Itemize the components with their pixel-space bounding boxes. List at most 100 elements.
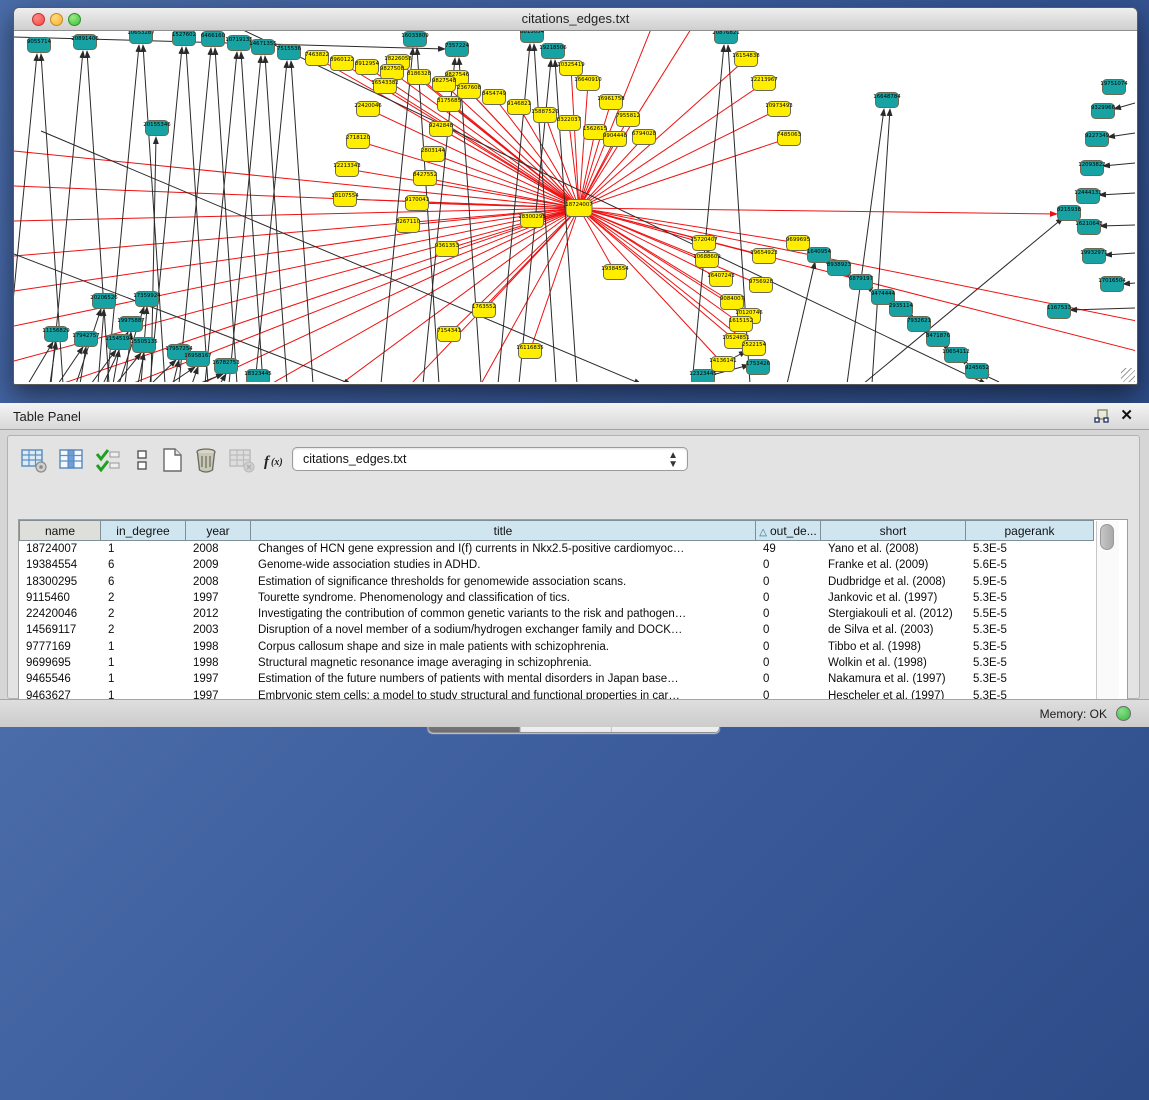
graph-node[interactable]: 15887520 <box>531 108 559 123</box>
graph-node[interactable]: 16782753 <box>212 359 239 374</box>
graph-node[interactable]: 8454749 <box>482 90 507 105</box>
graph-node[interactable]: 9756928 <box>749 278 774 293</box>
graph-node[interactable]: 16961758 <box>597 95 625 110</box>
graph-node[interactable]: 15720407 <box>690 236 717 251</box>
graph-node[interactable]: 8471876 <box>926 332 951 347</box>
graph-node[interactable]: 9361353 <box>435 242 459 257</box>
function-builder-icon[interactable]: f (x) <box>262 446 290 474</box>
graph-node[interactable]: 9084007 <box>720 295 744 310</box>
graph-node[interactable]: 16210643 <box>1075 220 1102 235</box>
graph-node[interactable]: 7463822 <box>305 51 329 66</box>
column-header-pagerank[interactable]: pagerank <box>966 520 1094 541</box>
graph-node[interactable]: 2935114 <box>889 302 914 317</box>
table-row[interactable]: 911546021997Tourette syndrome. Phenomeno… <box>19 590 1094 606</box>
graph-node[interactable]: 17016504 <box>1098 277 1126 292</box>
graph-node[interactable]: 7154341 <box>437 327 461 342</box>
graph-node[interactable]: 8813054 <box>520 31 545 43</box>
graph-node[interactable]: 9245652 <box>965 364 989 379</box>
graph-node[interactable]: 8267110 <box>396 218 421 233</box>
graph-node[interactable]: 8427552 <box>413 171 437 186</box>
graph-node[interactable]: 6466160 <box>201 32 226 47</box>
graph-node-hub[interactable]: 18724007 <box>565 200 592 217</box>
graph-node[interactable]: 11545194 <box>105 335 133 350</box>
graph-node[interactable]: 15505135 <box>130 338 157 353</box>
delete-entries-icon[interactable] <box>192 446 220 474</box>
graph-node[interactable]: 16154838 <box>732 52 760 67</box>
graph-node[interactable]: 1763552 <box>472 303 496 318</box>
column-header-title[interactable]: title <box>251 520 756 541</box>
graph-node[interactable]: 16648784 <box>873 93 901 108</box>
graph-node[interactable]: 9170041 <box>405 196 429 211</box>
table-row[interactable]: 2242004622012Investigating the contribut… <box>19 606 1094 622</box>
close-panel-icon[interactable]: ✕ <box>1120 407 1133 424</box>
graph-node[interactable]: 1640954 <box>807 248 832 263</box>
graph-node[interactable]: 6879197 <box>849 275 873 290</box>
graph-node[interactable]: 17359924 <box>133 292 161 307</box>
column-header-out-de-[interactable]: △out_de... <box>756 520 821 541</box>
table-row[interactable]: 977716911998Corpus callosum shape and si… <box>19 639 1094 655</box>
table-row[interactable]: 1872400712008Changes of HCN gene express… <box>19 541 1094 557</box>
graph-node[interactable]: 9827548 <box>432 77 457 92</box>
table-row[interactable]: 1830029562008Estimation of significance … <box>19 574 1094 590</box>
graph-node[interactable]: 16033809 <box>401 32 429 47</box>
table-vertical-scrollbar[interactable] <box>1096 521 1119 704</box>
graph-node[interactable]: 16958167 <box>184 352 211 367</box>
graph-node[interactable]: 22420046 <box>354 102 382 117</box>
graph-node[interactable]: 1753426 <box>746 360 771 375</box>
graph-node[interactable]: 11156829 <box>42 327 70 342</box>
graph-node[interactable]: 9146821 <box>507 100 531 115</box>
graph-node[interactable]: 18107554 <box>331 192 359 207</box>
graph-node[interactable]: 16640910 <box>574 76 602 91</box>
window-resize-grip[interactable] <box>1121 368 1135 382</box>
graph-node[interactable]: 18300295 <box>518 213 545 228</box>
column-header-year[interactable]: year <box>186 520 251 541</box>
graph-node[interactable]: 12213967 <box>750 76 777 91</box>
create-table-icon[interactable] <box>158 446 186 474</box>
node-table[interactable]: namein_degreeyeartitle△out_de...shortpag… <box>18 519 1128 706</box>
graph-node[interactable]: 12213343 <box>333 162 360 177</box>
graph-node[interactable]: 8322037 <box>557 116 581 131</box>
graph-node[interactable]: 10653287 <box>127 31 154 44</box>
float-panel-icon[interactable] <box>1094 409 1109 424</box>
graph-node[interactable]: 10973493 <box>765 102 792 117</box>
graph-node[interactable]: 8912954 <box>355 60 380 75</box>
graph-node[interactable]: 6794028 <box>632 130 657 145</box>
graph-node[interactable]: 7955812 <box>616 112 640 127</box>
column-header-short[interactable]: short <box>821 520 966 541</box>
graph-node[interactable]: 18323445 <box>244 370 271 383</box>
graph-node[interactable]: 7515536 <box>277 45 302 60</box>
graph-node[interactable]: 16407243 <box>707 272 734 287</box>
network-canvas[interactable]: 1872400718300295193845547463822896012289… <box>14 31 1135 382</box>
graph-node[interactable]: 9827508 <box>380 65 405 80</box>
graph-node[interactable]: 10688609 <box>693 253 721 268</box>
table-row[interactable]: 946554611997Estimation of the future num… <box>19 671 1094 687</box>
graph-node[interactable]: 12093822 <box>1078 161 1105 176</box>
graph-node[interactable]: 2803144 <box>421 147 446 162</box>
graph-node[interactable]: 14671355 <box>249 40 276 55</box>
graph-node[interactable]: 19218506 <box>539 44 567 59</box>
graph-node[interactable]: 9329966 <box>1091 104 1116 119</box>
graph-node[interactable]: 7357224 <box>445 42 470 57</box>
row-height-icon[interactable] <box>128 446 156 474</box>
graph-node[interactable]: 14136141 <box>709 357 736 372</box>
table-row[interactable]: 969969511998Structural magnetic resonanc… <box>19 655 1094 671</box>
graph-node[interactable]: 7932621 <box>907 317 931 332</box>
graph-node[interactable]: 2522154 <box>742 341 767 356</box>
graph-node[interactable]: 20155346 <box>143 121 171 136</box>
graph-node[interactable]: 20891406 <box>71 35 99 50</box>
graph-node[interactable]: 1527602 <box>172 31 196 46</box>
window-titlebar[interactable]: citations_edges.txt <box>14 8 1137 31</box>
graph-node[interactable]: 16543382 <box>371 79 398 94</box>
graph-node[interactable]: 2367608 <box>457 84 482 99</box>
column-header-name[interactable]: name <box>19 520 101 541</box>
graph-node[interactable]: 19932971 <box>1080 249 1107 264</box>
graph-node[interactable]: 8186328 <box>407 70 432 85</box>
graph-node[interactable]: 20876821 <box>712 31 739 44</box>
column-header-in-degree[interactable]: in_degree <box>101 520 186 541</box>
graph-node[interactable]: 19654923 <box>750 249 777 264</box>
graph-node[interactable]: 1167533 <box>1047 304 1071 319</box>
graph-node[interactable]: 17942757 <box>72 332 99 347</box>
graph-node[interactable]: 9227349 <box>1085 132 1110 147</box>
graph-node[interactable]: 9242848 <box>429 122 454 137</box>
graph-node[interactable]: 16116835 <box>516 344 543 359</box>
